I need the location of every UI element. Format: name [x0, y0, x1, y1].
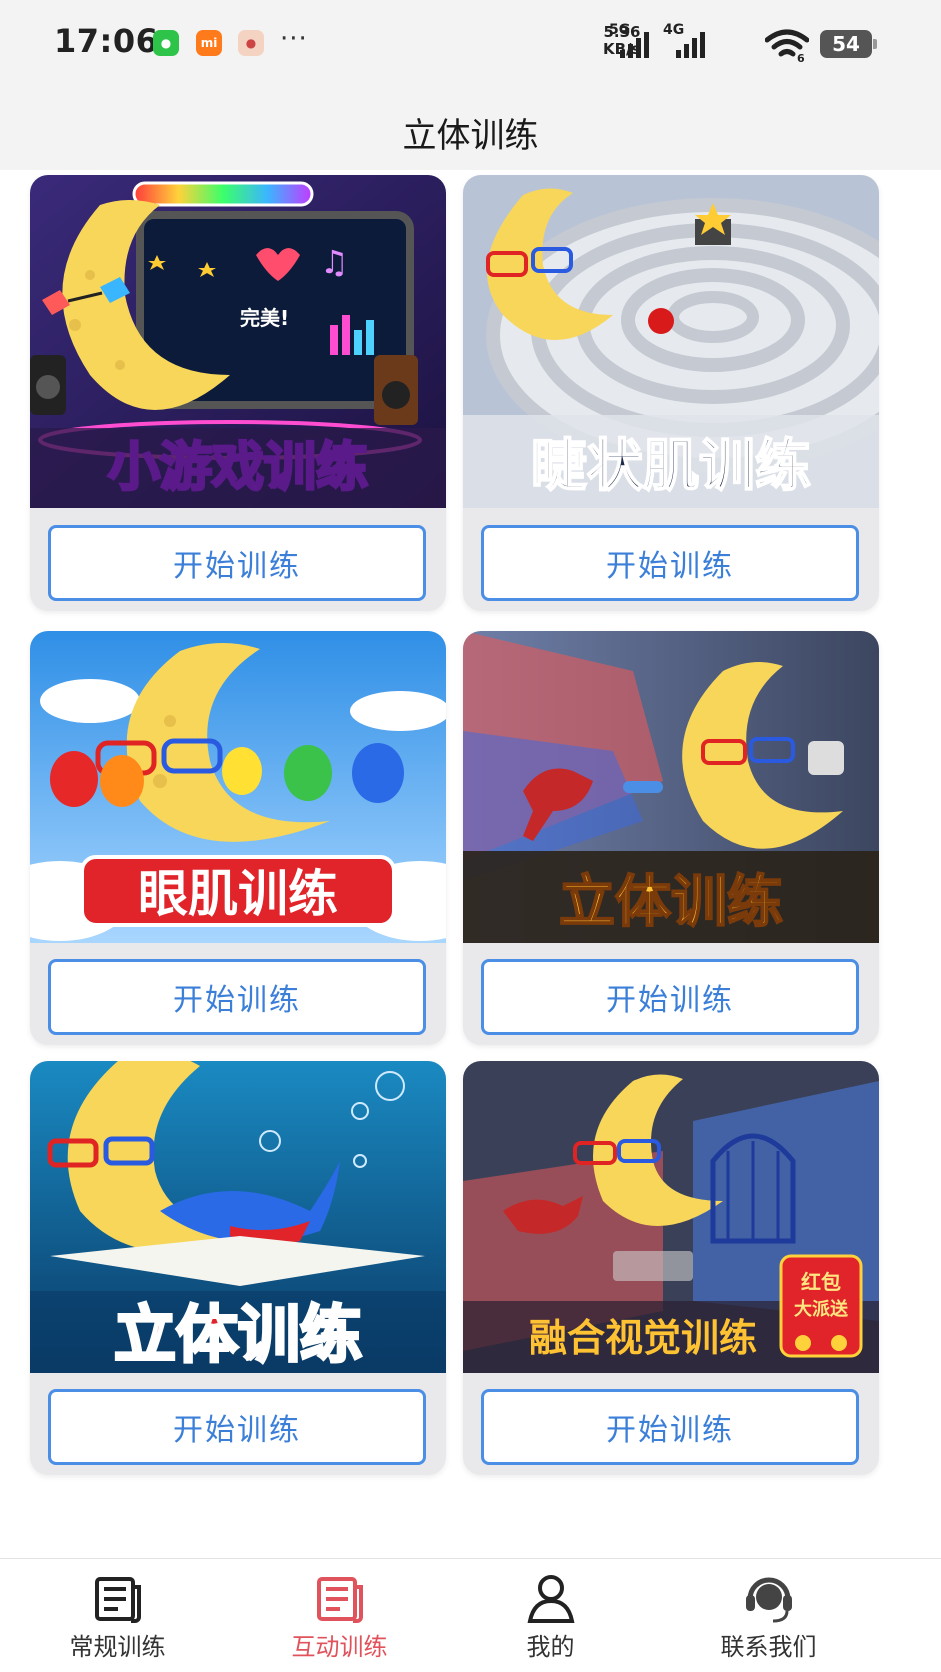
nav-label: 我的: [526, 1633, 575, 1661]
nav-item-contact-us[interactable]: 联系我们: [651, 1559, 886, 1672]
battery-icon: 54: [820, 30, 877, 58]
start-training-button[interactable]: 开始训练: [48, 1389, 426, 1465]
nav-item-regular-training[interactable]: 常规训练: [0, 1559, 235, 1672]
wechat-notification-icon: ●: [153, 30, 179, 56]
nav-item-interactive-training[interactable]: 互动训练: [222, 1559, 457, 1672]
training-grid: ♫ 完美! 小游戏训练 开始训练 睫状肌训练 开始训练 眼肌训练 开始训练 立体…: [0, 170, 941, 1558]
training-card-ciliary-muscle[interactable]: 睫状肌训练 开始训练: [463, 175, 879, 611]
start-training-button[interactable]: 开始训练: [48, 525, 426, 601]
training-card-fusion-vision[interactable]: 融合视觉训练 红包 大派送 开始训练: [463, 1061, 879, 1475]
card-art-label: 立体训练: [114, 1298, 362, 1371]
svg-text:♫: ♫: [320, 243, 349, 281]
card-art-label: 立体训练: [559, 870, 783, 935]
nav-label: 互动训练: [291, 1633, 388, 1661]
badge-text-line2: 大派送: [794, 1298, 849, 1320]
card-art-label: 眼肌训练: [138, 865, 338, 923]
page-title: 立体训练: [402, 116, 539, 156]
status-bar: 17:06 ● mi ● ··· 5.36 KB/s 5G 4G 6 54: [0, 0, 941, 90]
page-header: 立体训练: [0, 90, 941, 170]
training-card-stereo-2[interactable]: 立体训练 开始训练: [30, 1061, 446, 1475]
document-icon: [94, 1577, 141, 1623]
card-image-stereo: 立体训练: [463, 631, 879, 943]
nav-label: 常规训练: [69, 1633, 166, 1661]
start-training-button[interactable]: 开始训练: [481, 959, 859, 1035]
card-image-mini-games: ♫ 完美! 小游戏训练: [30, 175, 446, 508]
start-training-button[interactable]: 开始训练: [481, 525, 859, 601]
person-icon: [527, 1575, 574, 1623]
signal-bars-icon: [676, 28, 705, 58]
document-icon: [316, 1577, 363, 1623]
badge-text-line1: 红包: [801, 1270, 841, 1294]
training-card-stereo[interactable]: 立体训练 开始训练: [463, 631, 879, 1045]
card-image-ciliary-muscle: 睫状肌训练: [463, 175, 879, 508]
headset-icon: [745, 1577, 792, 1623]
nav-label: 联系我们: [720, 1633, 817, 1661]
mi-notification-icon: mi: [196, 30, 222, 56]
card-art-label: 融合视觉训练: [529, 1316, 757, 1360]
card-image-fusion-vision: 融合视觉训练 红包 大派送: [463, 1061, 879, 1373]
signal-bars-icon: [620, 28, 649, 58]
more-notifications-icon: ···: [280, 24, 308, 54]
training-card-eye-muscle[interactable]: 眼肌训练 开始训练: [30, 631, 446, 1045]
start-training-button[interactable]: 开始训练: [481, 1389, 859, 1465]
art-overlay-text: 完美!: [240, 306, 289, 330]
wifi-label: 6: [797, 52, 805, 62]
status-time: 17:06: [54, 22, 159, 60]
wifi-icon: 6: [765, 29, 809, 62]
card-image-eye-muscle: 眼肌训练: [30, 631, 446, 943]
training-card-mini-games[interactable]: ♫ 完美! 小游戏训练 开始训练: [30, 175, 446, 611]
card-art-label: 睫状肌训练: [531, 434, 811, 499]
bottom-nav: 常规训练 互动训练 我的 联系我们: [0, 1558, 941, 1672]
app-notification-icon: ●: [238, 30, 264, 56]
red-envelope-badge: 红包 大派送: [779, 1254, 863, 1358]
start-training-button[interactable]: 开始训练: [48, 959, 426, 1035]
card-art-label: 小游戏训练: [108, 438, 368, 498]
card-image-stereo-2: 立体训练: [30, 1061, 446, 1373]
nav-item-mine[interactable]: 我的: [433, 1559, 668, 1672]
